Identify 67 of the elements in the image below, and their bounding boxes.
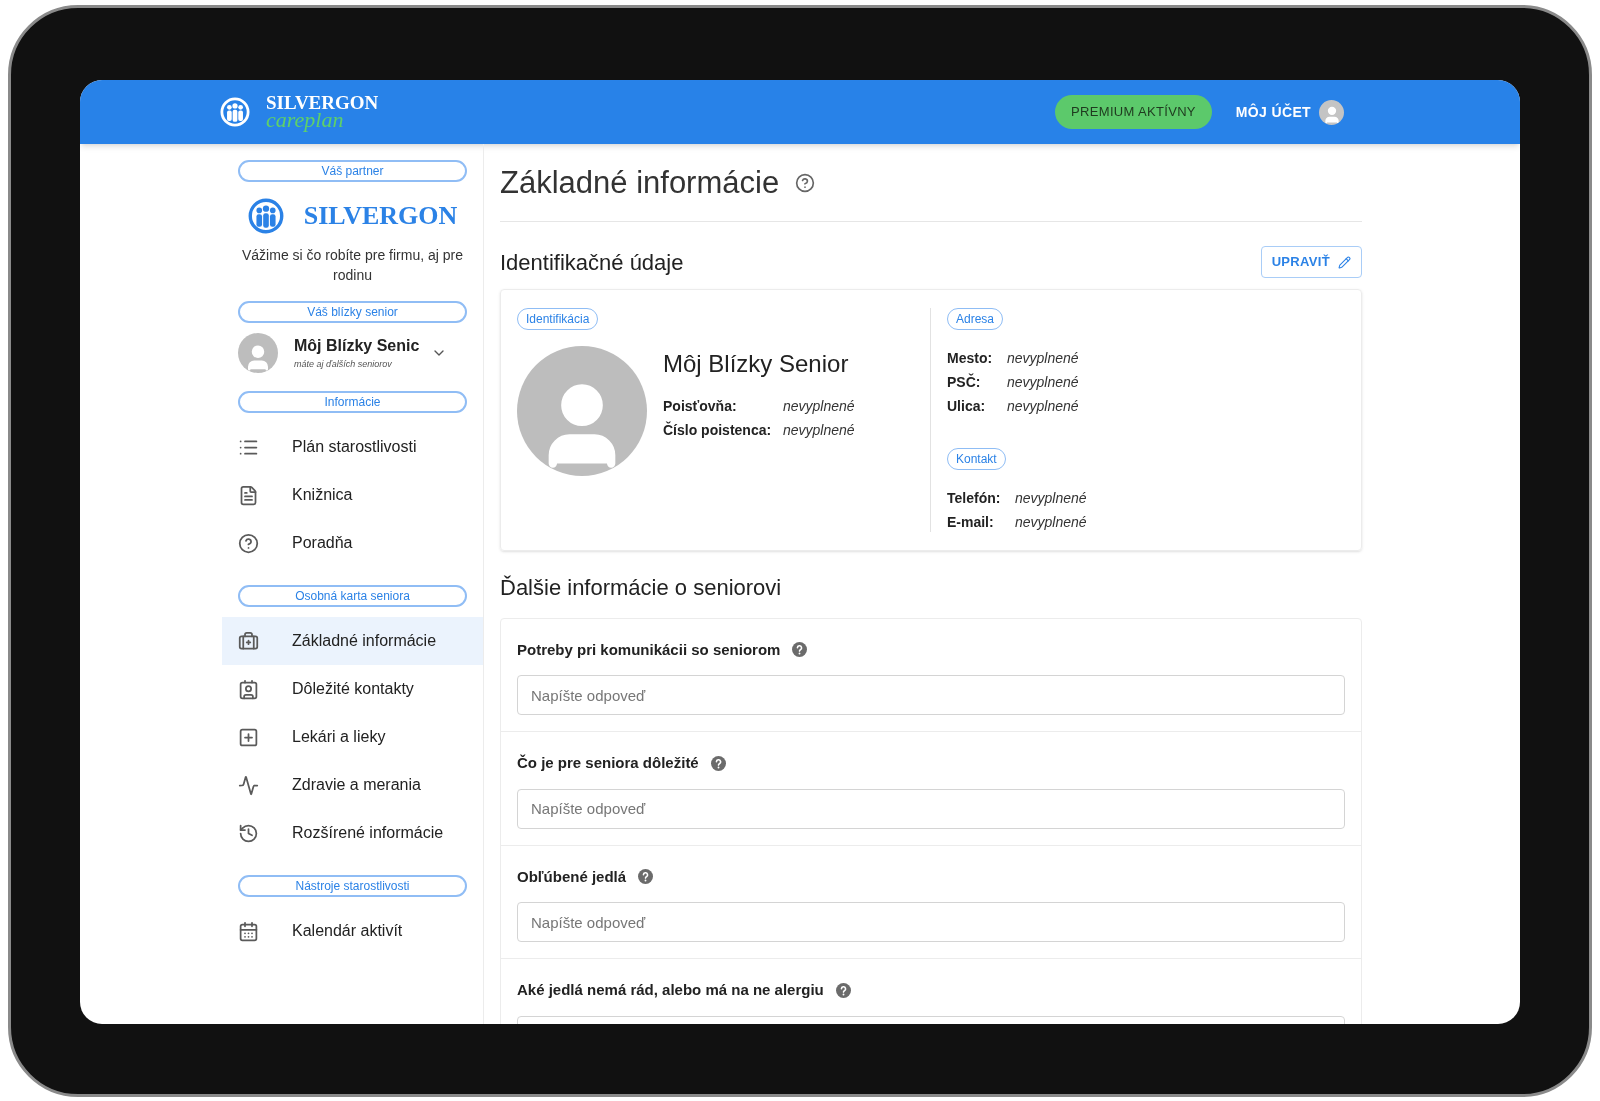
field-label: Poisťovňa: (663, 396, 738, 416)
contact-card-icon (238, 678, 259, 700)
people-logo-icon (247, 197, 284, 234)
nav-item[interactable]: Kalendár aktivít (222, 907, 483, 955)
senior-name: Môj Blízky Senic (294, 336, 420, 357)
nav-item[interactable]: Rozšírené informácie (222, 809, 483, 857)
section-label: Váš partner (238, 160, 467, 182)
plus-square-icon (238, 726, 259, 748)
section-label: Váš blízky senior (238, 301, 467, 323)
avatar-icon (238, 333, 278, 373)
logo-script-text: careplan (266, 109, 344, 131)
section-label: Osobná karta seniora (238, 585, 467, 607)
field-label: Ulica: (947, 396, 987, 416)
field-value: nevyplnené (783, 420, 855, 440)
field-value: nevyplnené (1007, 348, 1079, 368)
account-link[interactable]: MÔJ ÚČET (1235, 101, 1311, 123)
nav-item[interactable]: Lekári a lieky (222, 713, 483, 761)
nav-item[interactable]: Zdravie a merania (222, 761, 483, 809)
pencil-icon (1338, 255, 1351, 269)
question-label: Čo je pre seniora dôležité (517, 753, 699, 773)
logo-text: SILVERGON (266, 93, 379, 112)
premium-badge: PREMIUM AKTÍVNY (1055, 95, 1212, 129)
edit-button[interactable]: UPRAVIŤ (1260, 246, 1362, 278)
help-icon[interactable] (710, 755, 726, 771)
field-value: nevyplnené (1015, 512, 1087, 532)
nav-item[interactable]: Dôležité kontakty (222, 665, 483, 713)
section-heading: Ďalšie informácie o seniorovi (500, 573, 783, 602)
partner-tagline: Vážime si čo robíte pre firmu, aj pre rodinu (241, 246, 464, 285)
help-icon[interactable] (835, 982, 851, 998)
section-label: Informácie (238, 391, 467, 413)
nav-item[interactable]: Plán starostlivosti (222, 423, 483, 471)
answer-field[interactable]: Napíšte odpoveď (517, 902, 1345, 942)
question-label: Potreby pri komunikácii so seniorom (517, 639, 781, 660)
field-value: nevyplnené (783, 396, 855, 416)
field-label: Číslo poistenca: (663, 420, 773, 440)
history-icon (238, 822, 259, 844)
nav-item[interactable]: Knižnica (222, 471, 483, 519)
question-label: Aké jedlá nemá rád, alebo má na ne alergiu (517, 980, 824, 1000)
section-heading: Identifikačné údaje (500, 248, 684, 277)
pulse-icon (238, 774, 259, 796)
help-icon[interactable] (792, 642, 808, 658)
avatar-icon[interactable] (1319, 99, 1344, 125)
field-value: nevyplnené (1007, 372, 1079, 392)
field-label: E-mail: (947, 512, 995, 532)
help-icon (238, 532, 259, 554)
calendar-icon (238, 920, 259, 942)
help-icon[interactable] (638, 869, 654, 885)
senior-selector[interactable]: Môj Blízky Senic máte aj ďalších seniorov (238, 333, 467, 373)
nav-item[interactable]: Základné informácie (222, 617, 483, 665)
people-logo-icon (220, 97, 250, 127)
help-icon[interactable] (795, 173, 816, 194)
question-label: Obľúbené jedlá (517, 866, 627, 887)
field-label: Telefón: (947, 488, 1002, 508)
field-value: nevyplnené (1015, 488, 1087, 508)
answer-field[interactable]: Napíšte odpoveď (517, 675, 1345, 715)
senior-name: Môj Blízky Senior (663, 348, 850, 379)
nav-item[interactable]: Poradňa (222, 519, 483, 567)
field-label: Mesto: (947, 348, 994, 368)
senior-hint: máte aj ďalších seniorov (294, 358, 393, 372)
field-value: nevyplnené (1007, 396, 1079, 416)
field-label: PSČ: (947, 372, 982, 392)
partner-logo-text: SILVERGON (303, 200, 458, 232)
document-icon (238, 484, 259, 506)
answer-field[interactable]: Napíšte odpoveď (517, 788, 1345, 829)
page-title: Základné informácie (500, 164, 780, 202)
section-label: Nástroje starostlivosti (238, 875, 467, 897)
medical-case-icon (238, 630, 259, 652)
